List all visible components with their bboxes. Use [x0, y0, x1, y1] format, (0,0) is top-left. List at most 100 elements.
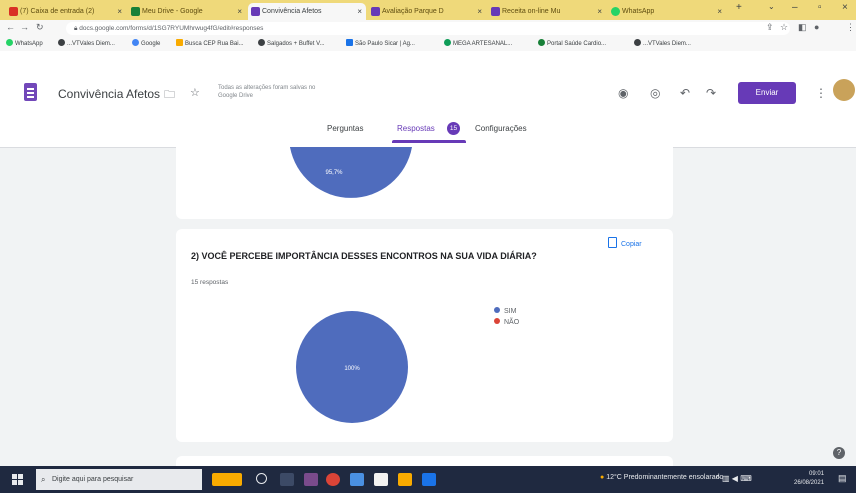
share-icon[interactable]: ⇪	[766, 22, 774, 33]
network-icon[interactable]: ▥	[722, 474, 730, 483]
responses-count-badge: 15	[447, 122, 460, 135]
globe-icon	[634, 39, 641, 46]
back-icon[interactable]: ←	[6, 22, 15, 32]
whatsapp-icon	[6, 39, 13, 46]
forward-icon[interactable]: →	[20, 22, 29, 32]
chevron-up-icon[interactable]: ^	[716, 474, 720, 483]
task-view-icon[interactable]	[280, 473, 294, 486]
file-explorer-icon[interactable]	[398, 473, 412, 486]
browser-tab-forms-3[interactable]: Receita on-line Mu ×	[488, 3, 606, 20]
bookmark-item[interactable]: Salgados + Buffet V...	[258, 39, 325, 47]
tab-questions[interactable]: Perguntas	[327, 124, 363, 133]
browser-tab-forms-active[interactable]: Convivência Afetos ×	[248, 3, 366, 20]
globe-icon	[58, 39, 65, 46]
star-icon[interactable]: ☆	[190, 86, 200, 99]
more-vert-icon[interactable]: ⋮	[815, 86, 827, 100]
news-widget-icon[interactable]	[212, 473, 242, 486]
avatar[interactable]	[833, 79, 855, 101]
bookmark-item[interactable]: Google	[132, 39, 160, 47]
forms-header: Convivência Afetos 🗀︎ ☆ Todas as alteraç…	[0, 51, 856, 148]
whatsapp-icon	[611, 7, 620, 16]
google-icon	[132, 39, 139, 46]
close-icon[interactable]: ×	[477, 3, 482, 20]
site-icon	[444, 39, 451, 46]
response-card-q1: 95,7%	[176, 147, 673, 219]
tab-responses[interactable]: Respostas	[397, 124, 435, 133]
taskbar-clock[interactable]: 09:01 26/08/2021	[794, 470, 824, 488]
forms-icon	[251, 7, 260, 16]
save-status: Todas as alterações foram salvas no Goog…	[218, 85, 316, 99]
bookmark-item[interactable]: Busca CEP Rua Bai...	[176, 39, 244, 47]
sun-icon: ●	[600, 474, 605, 481]
word-icon[interactable]	[422, 473, 436, 486]
close-icon[interactable]: ×	[717, 3, 722, 20]
tab-title: Convivência Afetos	[262, 8, 322, 15]
close-icon[interactable]: ×	[357, 3, 362, 20]
bookmark-item[interactable]: ...VTVales Diem...	[634, 39, 691, 47]
folder-icon[interactable]: 🗀︎	[164, 86, 175, 105]
bookmark-item[interactable]: São Paulo Sicar | Ag...	[346, 39, 415, 47]
windows-start-icon[interactable]	[12, 474, 23, 485]
forms-icon[interactable]	[24, 83, 37, 101]
cortana-icon[interactable]	[256, 473, 267, 484]
windows-taskbar: ⌕ Digite aqui para pesquisar ● 12°C Pred…	[0, 466, 856, 493]
site-icon	[538, 39, 545, 46]
browser-tab-drive[interactable]: Meu Drive - Google ×	[128, 3, 246, 20]
extensions-icon[interactable]: ◧	[798, 22, 807, 33]
bookmark-item[interactable]: MEGA ARTESANAL...	[444, 39, 512, 47]
forms-icon	[371, 7, 380, 16]
star-icon[interactable]: ☆	[780, 22, 788, 33]
undo-icon[interactable]: ↶	[680, 86, 690, 100]
browser-tab-forms-2[interactable]: Avaliação Parque D ×	[368, 3, 486, 20]
bookmark-item[interactable]: WhatsApp	[6, 39, 43, 47]
active-tab-indicator	[392, 140, 466, 143]
maximize-icon[interactable]: ▫	[818, 2, 822, 13]
forms-icon	[491, 7, 500, 16]
close-icon[interactable]: ×	[117, 3, 122, 20]
chevron-down-icon[interactable]: ⌄	[768, 2, 775, 11]
drive-icon	[131, 7, 140, 16]
response-card-q3	[176, 456, 673, 466]
send-button[interactable]: Enviar	[738, 82, 796, 104]
chrome-icon[interactable]	[326, 473, 340, 486]
legend-swatch	[494, 318, 500, 324]
language-icon[interactable]: ⌨︎	[740, 474, 752, 483]
reload-icon[interactable]: ↻	[36, 22, 44, 33]
url-text: docs.google.com/forms/d/1SG7RYUMhrwug4fG…	[79, 25, 264, 32]
tab-title: Meu Drive - Google	[142, 8, 203, 15]
tab-settings[interactable]: Configurações	[475, 124, 527, 133]
tab-title: (7) Caixa de entrada (2)	[20, 8, 95, 15]
palette-icon[interactable]: ◉	[618, 86, 628, 100]
app-icon[interactable]	[304, 473, 318, 486]
preview-eye-icon[interactable]: ◎	[650, 86, 660, 100]
profile-icon[interactable]: ●	[814, 22, 819, 32]
system-tray[interactable]: ^ ▥ ◀︎ ⌨︎	[716, 474, 752, 483]
help-icon[interactable]: ?	[833, 447, 845, 459]
taskbar-search-input[interactable]: ⌕ Digite aqui para pesquisar	[36, 469, 202, 490]
folder-icon	[176, 39, 183, 46]
response-card-q2: Copiar 2) VOCÊ PERCEBE IMPORTÂNCIA DESSE…	[176, 229, 673, 442]
menu-icon[interactable]: ⋮	[846, 22, 855, 33]
browser-tab-whatsapp[interactable]: WhatsApp ×	[608, 3, 726, 20]
notifications-icon[interactable]: ▤	[838, 473, 847, 484]
store-icon[interactable]	[374, 473, 388, 486]
bookmark-item[interactable]: Portal Saúde Cardio...	[538, 39, 606, 47]
q1-data-label: 95,7%	[325, 170, 343, 176]
minimize-icon[interactable]: –	[792, 2, 798, 13]
form-title[interactable]: Convivência Afetos	[58, 87, 160, 101]
close-window-icon[interactable]: ×	[842, 2, 848, 13]
url-input[interactable]: 🔒︎ docs.google.com/forms/d/1SG7RYUMhrwug…	[66, 22, 790, 35]
new-tab-icon[interactable]: +	[736, 2, 742, 13]
browser-tab-gmail[interactable]: (7) Caixa de entrada (2) ×	[6, 3, 126, 20]
tab-title: WhatsApp	[622, 8, 655, 15]
weather-widget[interactable]: ● 12°C Predominantemente ensolarado	[600, 474, 723, 481]
close-icon[interactable]: ×	[597, 3, 602, 20]
bookmarks-bar: WhatsApp ...VTVales Diem... Google Busca…	[0, 37, 856, 52]
mail-icon[interactable]	[350, 473, 364, 486]
tab-title: Avaliação Parque D	[382, 8, 444, 15]
close-icon[interactable]: ×	[237, 3, 242, 20]
redo-icon[interactable]: ↷	[706, 86, 716, 100]
bookmark-item[interactable]: ...VTVales Diem...	[58, 39, 115, 47]
volume-icon[interactable]: ◀︎	[732, 474, 738, 483]
q1-pie-slice-main	[290, 147, 412, 198]
